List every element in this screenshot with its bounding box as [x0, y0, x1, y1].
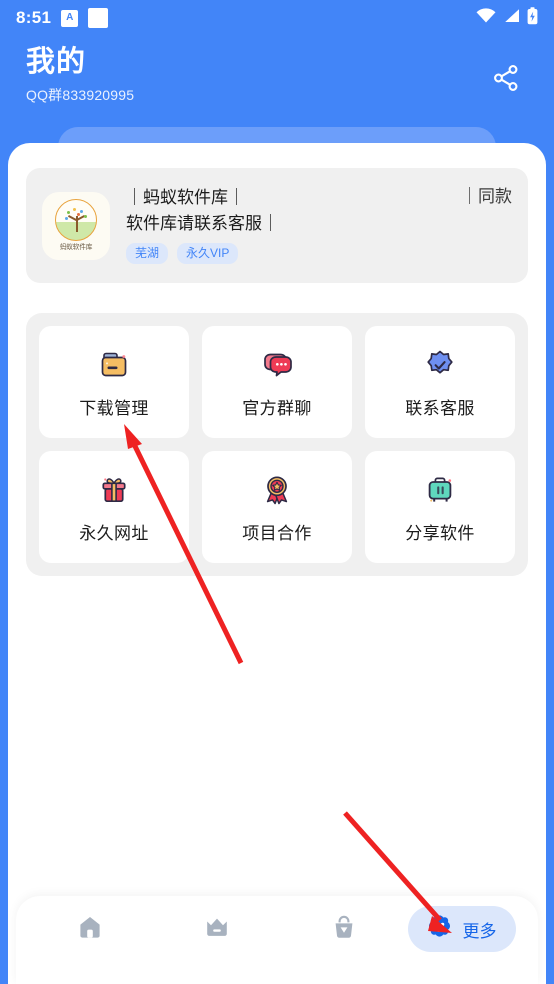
gift-icon: [95, 471, 133, 509]
profile-right-label: ｜同款: [461, 187, 512, 206]
shortcut-row: 永久网址 项目合作 分享软件: [39, 451, 515, 563]
home-icon: [77, 914, 103, 945]
page-subtitle: QQ群833920995: [26, 87, 135, 104]
header-text-block: 我的 QQ群833920995: [26, 36, 134, 105]
shortcut-row: 下载管理 官方群聊 联系客服: [39, 326, 515, 438]
avatar-label: 蚂蚁软件库: [59, 244, 93, 251]
grid-item-label: 联系客服: [405, 398, 475, 418]
notification-badge-a-icon: A: [61, 9, 79, 27]
status-bar-right: [476, 6, 538, 30]
grid-item-contact-support[interactable]: 联系客服: [365, 326, 515, 438]
verified-badge-icon: [421, 346, 459, 384]
tree-leaf: [84, 215, 88, 219]
page-header: 我的 QQ群833920995: [0, 36, 554, 132]
shortcut-grid-panel: 下载管理 官方群聊 联系客服 永久网址 项目合作 分享软件: [26, 313, 528, 576]
grid-item-label: 分享软件: [405, 523, 475, 543]
tree-leaf: [73, 208, 77, 212]
tree-leaf: [65, 217, 69, 221]
profile-text-block: ｜蚂蚁软件库｜ 软件库请联系客服｜ 芜湖 永久VIP: [110, 187, 461, 264]
share-icon: [491, 63, 521, 98]
nav-item-bag[interactable]: [281, 906, 408, 952]
grid-item-download-management[interactable]: 下载管理: [39, 326, 189, 438]
profile-line-2: 软件库请联系客服｜: [126, 214, 279, 233]
tree-leaf: [80, 210, 84, 214]
tree-leaf: [67, 211, 71, 215]
mobile-screen: 8:51 A 我的 QQ群833920995 蚂蚁软件库 ｜蚂蚁软件库｜ 软件库…: [0, 0, 554, 984]
bottom-navigation-bar: 更多: [16, 896, 538, 984]
profile-line-1: ｜蚂蚁软件库｜: [126, 188, 245, 208]
share-button[interactable]: [484, 58, 528, 102]
more-flower-icon: [427, 914, 452, 944]
grid-item-permanent-url[interactable]: 永久网址: [39, 451, 189, 563]
status-time: 8:51: [16, 8, 52, 27]
white-square-icon: [88, 8, 109, 28]
grid-item-project-cooperation[interactable]: 项目合作: [202, 451, 352, 563]
nav-item-home[interactable]: [26, 906, 153, 952]
grid-item-official-group-chat[interactable]: 官方群聊: [202, 326, 352, 438]
chat-bubbles-icon: [258, 346, 296, 384]
profile-tags: 芜湖 永久VIP: [126, 242, 461, 264]
nav-item-vip[interactable]: [153, 906, 280, 952]
status-bar: 8:51 A: [0, 0, 554, 36]
status-badge: 永久VIP: [177, 242, 239, 264]
medal-icon: [258, 471, 296, 509]
grid-item-label: 项目合作: [242, 523, 312, 543]
avatar-tree-illustration: [55, 199, 97, 241]
grid-item-share-software[interactable]: 分享软件: [365, 451, 515, 563]
page-title: 我的: [26, 46, 87, 78]
avatar: 蚂蚁软件库: [42, 191, 110, 260]
signal-icon: [503, 8, 520, 28]
crown-icon: [204, 914, 230, 945]
nav-item-more[interactable]: 更多: [407, 906, 516, 952]
grid-item-label: 永久网址: [79, 523, 149, 543]
status-bar-left: 8:51 A: [16, 8, 109, 28]
grid-item-label: 下载管理: [79, 398, 149, 418]
grid-item-label: 官方群聊: [242, 398, 312, 418]
wifi-icon: [476, 8, 496, 28]
nav-item-label: 更多: [462, 921, 497, 941]
folder-icon: [95, 346, 133, 384]
status-badge: 芜湖: [126, 242, 169, 264]
bag-icon: [331, 914, 357, 945]
suitcase-icon: [421, 471, 459, 509]
content-sheet: 蚂蚁软件库 ｜蚂蚁软件库｜ 软件库请联系客服｜ 芜湖 永久VIP ｜同款 下载管…: [8, 143, 546, 984]
profile-card[interactable]: 蚂蚁软件库 ｜蚂蚁软件库｜ 软件库请联系客服｜ 芜湖 永久VIP ｜同款: [26, 168, 528, 283]
battery-charging-icon: [527, 6, 538, 30]
